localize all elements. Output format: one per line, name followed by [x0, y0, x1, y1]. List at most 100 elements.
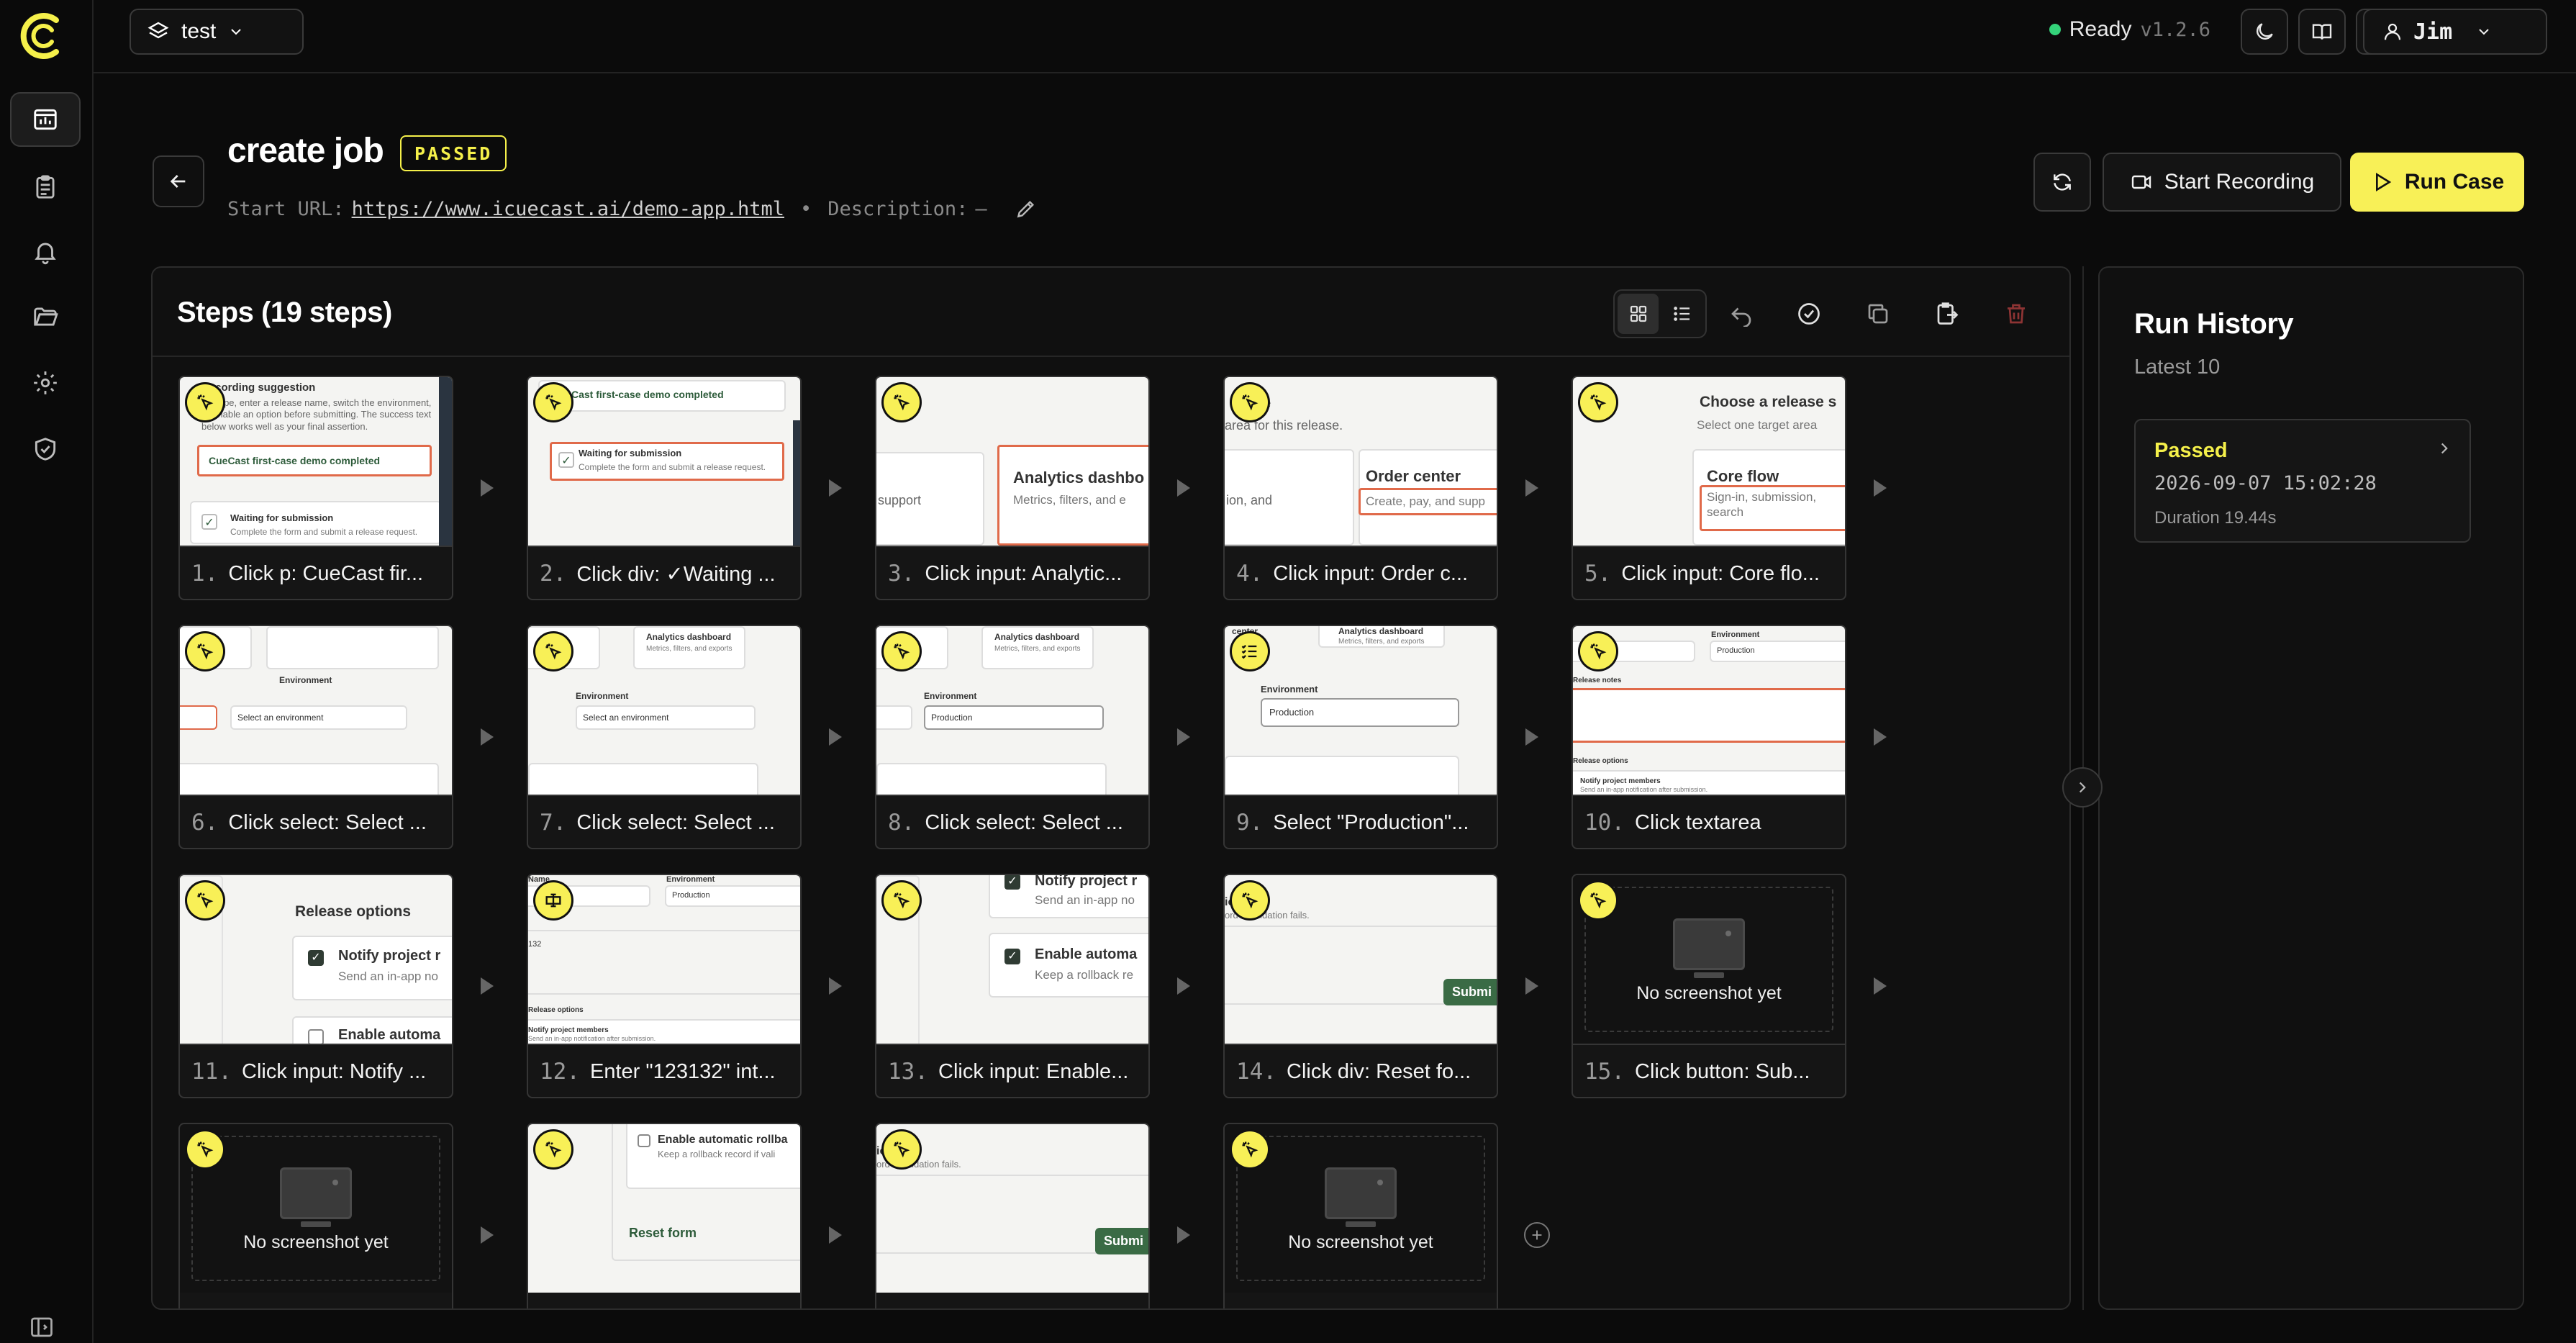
- start-url-link[interactable]: https://www.icuecast.ai/demo-app.html: [352, 198, 784, 220]
- step-card-18[interactable]: ick ord if validation fails. Submi: [875, 1123, 1150, 1308]
- step-card-7[interactable]: Analytics dashboard Metrics, filters, an…: [527, 625, 802, 849]
- step-card-3[interactable]: support Analytics dashbo Metrics, filter…: [875, 376, 1150, 600]
- add-step-button[interactable]: [1524, 1222, 1550, 1248]
- step-number: 14.: [1236, 1059, 1276, 1085]
- click-action-icon: [187, 1131, 223, 1167]
- window-chart-icon: [34, 109, 57, 130]
- nav-files-button[interactable]: [10, 289, 81, 344]
- step-card-19[interactable]: No screenshot yet: [1223, 1123, 1498, 1308]
- collapse-history-button[interactable]: [2062, 767, 2103, 808]
- step-card-12[interactable]: Name Environment Production 132 Release …: [527, 874, 802, 1098]
- step-card-4[interactable]: e area for this release. ion, and Order …: [1223, 376, 1498, 600]
- monitor-icon: [1673, 918, 1745, 978]
- shot-text: Release options: [1573, 757, 1628, 765]
- shot-text: Cast first-case demo completed: [571, 389, 724, 400]
- nav-security-button[interactable]: [10, 422, 81, 476]
- plus-icon: [1532, 1230, 1542, 1240]
- undo-button[interactable]: [1721, 294, 1761, 334]
- status-badge: PASSED: [400, 135, 507, 171]
- shot-text: Metrics, filters, and exports: [1338, 638, 1425, 646]
- sidebar-toggle-icon[interactable]: [29, 1314, 55, 1340]
- grid-icon: [1630, 305, 1646, 322]
- theme-toggle-button[interactable]: [2241, 9, 2288, 55]
- run-history-title: Run History: [2134, 308, 2294, 340]
- step-label: Click div: Reset fo...: [1287, 1059, 1471, 1083]
- step-card-17[interactable]: Enable automatic rollba Keep a rollback …: [527, 1123, 802, 1308]
- shot-text: Environment: [1711, 630, 1760, 639]
- step-caption: 1. Click p: CueCast fir...: [180, 546, 452, 599]
- step-label: Enter "123132" int...: [590, 1059, 776, 1083]
- nav-settings-button[interactable]: [10, 356, 81, 410]
- shot-text: Send an in-app notification after submis…: [1580, 786, 1708, 793]
- run-timestamp: 2026-09-07 15:02:28: [2154, 472, 2377, 494]
- top-bar: test Ready v1.2.6 Jim: [94, 0, 2576, 73]
- description-label: Description:: [827, 197, 969, 220]
- step-label: Click select: Select ...: [228, 810, 427, 834]
- click-action-icon: [1232, 882, 1268, 918]
- no-screenshot-text: No screenshot yet: [243, 1232, 389, 1252]
- project-switcher[interactable]: test: [130, 9, 304, 55]
- shot-text: Release options: [528, 1006, 584, 1014]
- step-caption: 13. Click input: Enable...: [876, 1044, 1148, 1097]
- shot-text: Send an in-app no: [1035, 893, 1135, 907]
- shot-text: Select an environment: [237, 713, 324, 723]
- list-view-button[interactable]: [1661, 294, 1702, 334]
- start-recording-button[interactable]: Start Recording: [2103, 153, 2341, 212]
- step-label: Click p: CueCast fir...: [228, 561, 424, 585]
- click-action-icon: [187, 633, 223, 669]
- status-text: Ready: [2069, 17, 2132, 41]
- step-card-1[interactable]: Recording suggestion a scope, enter a re…: [178, 376, 453, 600]
- step-card-14[interactable]: ick ord if validation fails. Submi 14.Cl…: [1223, 874, 1498, 1098]
- step-label: Click button: Sub...: [1635, 1059, 1810, 1083]
- refresh-button[interactable]: [2033, 153, 2091, 212]
- shot-text: Metrics, filters, and e: [1013, 493, 1126, 507]
- step-caption: 10. Click textarea: [1573, 795, 1845, 848]
- left-nav-rail: [0, 0, 94, 1343]
- export-button[interactable]: [1927, 294, 1967, 334]
- shot-text: Analytics dashboard: [646, 632, 732, 642]
- step-card-8[interactable]: Analytics dashboard Metrics, filters, an…: [875, 625, 1150, 849]
- step-number: 3.: [888, 561, 915, 587]
- status-dot-icon: [2049, 24, 2061, 35]
- click-action-icon: [535, 633, 571, 669]
- step-arrow-icon: [829, 1226, 842, 1244]
- step-card-5[interactable]: Choose a release s Select one target are…: [1572, 376, 1846, 600]
- user-menu[interactable]: Jim: [2363, 9, 2547, 55]
- step-card-11[interactable]: Release options ✓ Notify project r Send …: [178, 874, 453, 1098]
- step-card-9[interactable]: center Analytics dashboard Metrics, filt…: [1223, 625, 1498, 849]
- app-logo-icon[interactable]: [17, 10, 69, 62]
- step-card-2[interactable]: Cast first-case demo completed ✓ Waiting…: [527, 376, 802, 600]
- shot-text: Enable automa: [1035, 946, 1138, 962]
- step-arrow-icon: [1525, 977, 1538, 995]
- trash-icon: [2008, 304, 2025, 324]
- step-card-13[interactable]: ✓ Notify project r Send an in-app no ✓ E…: [875, 874, 1150, 1098]
- step-label: Select "Production"...: [1273, 810, 1469, 834]
- nav-notifications-button[interactable]: [10, 225, 81, 279]
- click-action-icon: [535, 1131, 571, 1167]
- nav-cases-button[interactable]: [10, 92, 81, 147]
- validate-button[interactable]: [1789, 294, 1829, 334]
- shot-text: Reset form: [629, 1226, 697, 1240]
- run-history-item[interactable]: Passed 2026-09-07 15:02:28 Duration 19.4…: [2134, 419, 2471, 543]
- step-card-6[interactable]: Environment Select an environment 6. Clic…: [178, 625, 453, 849]
- copy-button[interactable]: [1858, 294, 1898, 334]
- run-case-button[interactable]: Run Case: [2350, 153, 2524, 212]
- step-card-10[interactable]: Environment Production Release notes Rel…: [1572, 625, 1846, 849]
- step-label: Click input: Core flo...: [1621, 561, 1820, 585]
- back-button[interactable]: [153, 155, 204, 207]
- delete-button[interactable]: [1996, 294, 2036, 334]
- shot-text: Analytics dashboard: [1338, 626, 1424, 636]
- shot-text: ion, and: [1226, 493, 1273, 507]
- step-caption: 3. Click input: Analytic...: [876, 546, 1148, 599]
- click-action-icon: [1232, 384, 1268, 420]
- pencil-icon[interactable]: [1015, 197, 1038, 220]
- step-card-15[interactable]: No screenshot yet 15. Click button: Sub..…: [1572, 874, 1846, 1098]
- step-card-16[interactable]: No screenshot yet: [178, 1123, 453, 1308]
- run-duration: Duration 19.44s: [2154, 508, 2277, 528]
- step-arrow-icon: [1177, 728, 1190, 746]
- nav-tasks-button[interactable]: [10, 160, 81, 214]
- list-icon: [1673, 307, 1690, 321]
- grid-view-button[interactable]: [1618, 294, 1659, 334]
- docs-button[interactable]: [2298, 9, 2346, 55]
- step-arrow-icon: [1874, 479, 1887, 497]
